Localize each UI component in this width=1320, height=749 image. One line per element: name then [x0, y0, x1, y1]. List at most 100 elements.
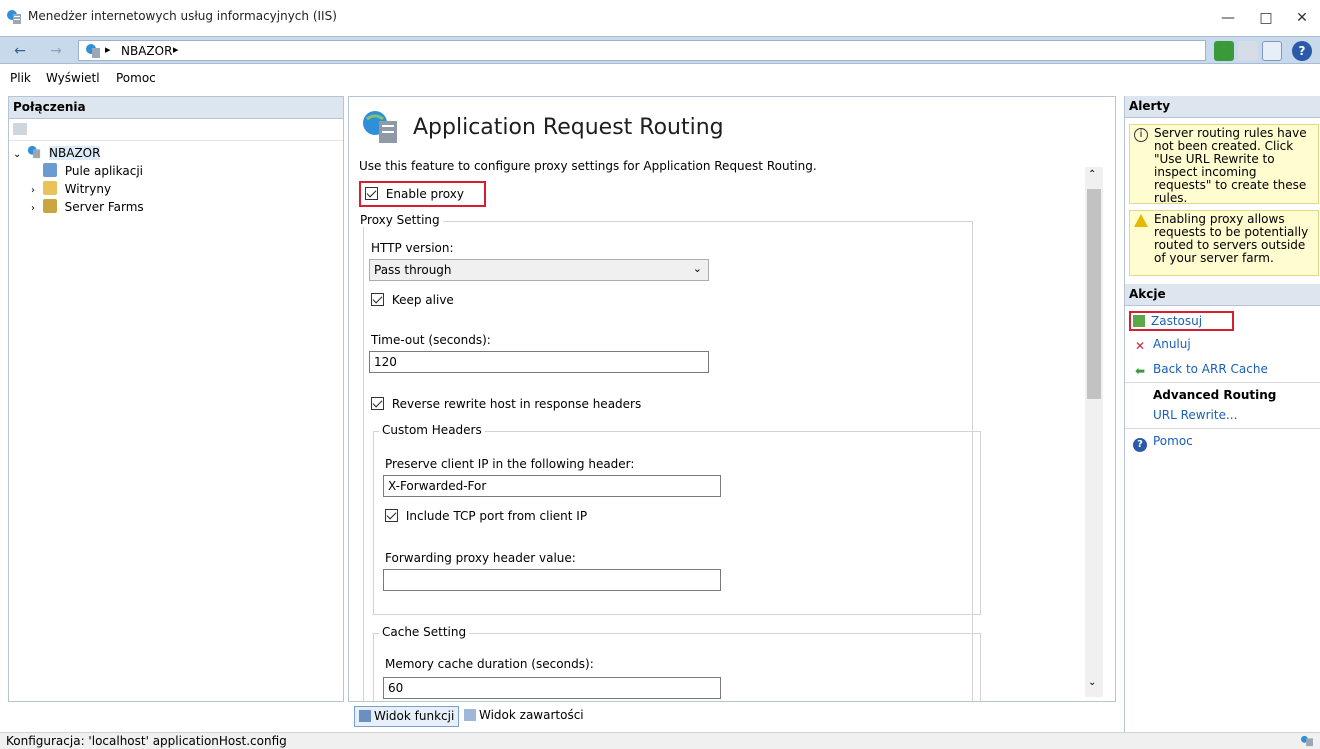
alert-text: Enabling proxy allows requests to be pot…: [1154, 212, 1309, 265]
reverse-rewrite-checkbox[interactable]: Reverse rewrite host in response headers: [371, 397, 641, 411]
menu-file[interactable]: Plik: [10, 71, 31, 85]
window-title: Menedżer internetowych usług informacyjn…: [28, 9, 337, 23]
checkbox-label: Keep alive: [391, 293, 454, 307]
http-version-select[interactable]: Pass through ⌄: [369, 259, 709, 281]
checkbox-box[interactable]: [371, 397, 384, 410]
connections-toolbar: [9, 119, 343, 141]
chevron-down-icon: ⌄: [692, 262, 702, 275]
memory-cache-label: Memory cache duration (seconds):: [385, 657, 594, 671]
address-bar: ← → ▸ NBAZOR ▸ ?: [0, 36, 1320, 64]
status-text: Konfiguracja: 'localhost' applicationHos…: [6, 734, 287, 748]
content-view-icon: [464, 709, 476, 721]
checkbox-label: Include TCP port from client IP: [405, 509, 588, 523]
new-connection-icon[interactable]: [13, 123, 27, 135]
vertical-scrollbar[interactable]: ⌃ ⌄: [1085, 167, 1103, 697]
server-farm-icon: [42, 199, 57, 213]
include-tcp-checkbox[interactable]: Include TCP port from client IP: [385, 509, 587, 523]
memory-cache-input[interactable]: 60: [383, 677, 721, 699]
back-button[interactable]: ←: [8, 41, 32, 61]
checkbox-box[interactable]: [365, 187, 378, 200]
title-bar: Menedżer internetowych usług informacyjn…: [0, 0, 1320, 36]
connections-header: Połączenia: [9, 97, 343, 119]
tree-label: Pule aplikacji: [64, 164, 143, 178]
tree-label: NBAZOR: [49, 146, 101, 160]
sites-folder-icon: [42, 181, 57, 195]
checkbox-label: Enable proxy: [385, 187, 464, 201]
chevron-right-icon[interactable]: ›: [31, 185, 35, 196]
menu-bar: Plik Wyświetl Pomoc: [0, 66, 1320, 92]
tab-label: Widok zawartości: [479, 708, 584, 722]
maximize-button[interactable]: □: [1248, 4, 1284, 32]
home-icon[interactable]: [1262, 41, 1282, 61]
alerts-header: Alerty: [1125, 96, 1320, 118]
advanced-routing-header: Advanced Routing: [1153, 388, 1277, 402]
menu-view[interactable]: Wyświetl: [46, 71, 100, 85]
back-to-arr-cache-action[interactable]: ⬅ Back to ARR Cache: [1129, 362, 1268, 378]
page-title: Application Request Routing: [413, 115, 724, 140]
tab-content-view[interactable]: Widok zawartości: [460, 706, 588, 727]
enable-proxy-checkbox[interactable]: Enable proxy: [359, 181, 486, 207]
menu-help[interactable]: Pomoc: [116, 71, 156, 85]
server-status-icon: [1300, 735, 1314, 747]
page-description: Use this feature to configure proxy sett…: [359, 159, 817, 173]
cancel-icon: ✕: [1134, 339, 1146, 353]
tree-item-server[interactable]: ⌄ NBAZOR: [13, 145, 339, 163]
preserve-ip-label: Preserve client IP in the following head…: [385, 457, 635, 471]
path-separator-end: ▸: [173, 43, 179, 56]
scroll-up-icon[interactable]: ⌃: [1088, 169, 1096, 180]
tree-item-server-farms[interactable]: › Server Farms: [13, 199, 339, 217]
tree-label: Witryny: [64, 182, 112, 196]
scroll-thumb[interactable]: [1087, 189, 1101, 399]
cancel-action[interactable]: ✕ Anuluj: [1129, 337, 1191, 353]
action-label: Anuluj: [1153, 337, 1191, 351]
checkbox-box[interactable]: [385, 509, 398, 522]
server-icon: [27, 145, 41, 159]
chevron-right-icon[interactable]: ›: [31, 203, 35, 214]
stop-icon[interactable]: [1238, 41, 1258, 61]
proxy-setting-label: Proxy Setting: [357, 213, 443, 227]
address-field[interactable]: ▸ NBAZOR ▸: [78, 40, 1206, 61]
action-label: Zastosuj: [1151, 314, 1203, 328]
warning-icon: [1134, 214, 1148, 227]
app-pool-icon: [43, 163, 57, 177]
path-separator: ▸: [105, 43, 111, 56]
close-button[interactable]: ✕: [1284, 4, 1320, 32]
help-action[interactable]: ? Pomoc: [1129, 434, 1193, 452]
divider: [1125, 428, 1320, 429]
forwarding-input[interactable]: [383, 569, 721, 591]
tree-item-sites[interactable]: › Witryny: [13, 181, 339, 199]
iis-app-icon: [6, 9, 22, 25]
cache-setting-label: Cache Setting: [379, 625, 470, 639]
refresh-icon[interactable]: [1214, 41, 1234, 61]
tab-label: Widok funkcji: [374, 709, 455, 723]
custom-headers-label: Custom Headers: [379, 423, 485, 437]
timeout-label: Time-out (seconds):: [371, 333, 491, 347]
help-icon[interactable]: ?: [1292, 41, 1312, 61]
tree-label: Server Farms: [64, 200, 144, 214]
feature-panel: Application Request Routing Use this fea…: [348, 96, 1116, 702]
timeout-input[interactable]: 120: [369, 351, 709, 373]
url-rewrite-action[interactable]: URL Rewrite...: [1153, 408, 1237, 422]
server-icon: [85, 43, 101, 59]
apply-action[interactable]: Zastosuj: [1129, 311, 1235, 331]
tree-item-app-pools[interactable]: Pule aplikacji: [13, 163, 339, 181]
actions-header: Akcje: [1125, 284, 1320, 306]
scroll-down-icon[interactable]: ⌄: [1088, 677, 1096, 688]
tab-features-view[interactable]: Widok funkcji: [354, 706, 460, 727]
preserve-ip-input[interactable]: X-Forwarded-For: [383, 475, 721, 497]
alert-enable-proxy: Enabling proxy allows requests to be pot…: [1129, 210, 1319, 276]
alert-text: Server routing rules have not been creat…: [1154, 126, 1307, 205]
actions-panel: Alerty i Server routing rules have not b…: [1124, 96, 1320, 732]
address-path[interactable]: NBAZOR: [121, 44, 172, 58]
checkbox-box[interactable]: [371, 293, 384, 306]
chevron-down-icon[interactable]: ⌄: [13, 149, 21, 160]
forward-button[interactable]: →: [44, 41, 68, 61]
keep-alive-checkbox[interactable]: Keep alive: [371, 293, 454, 307]
select-value: Pass through: [374, 263, 452, 277]
http-version-label: HTTP version:: [371, 241, 454, 255]
view-tabs: Widok funkcji Widok zawartości: [348, 704, 1116, 730]
minimize-button[interactable]: —: [1210, 4, 1246, 32]
action-label: Back to ARR Cache: [1153, 362, 1268, 376]
action-label: Pomoc: [1153, 434, 1193, 448]
arr-icon: [361, 109, 401, 145]
